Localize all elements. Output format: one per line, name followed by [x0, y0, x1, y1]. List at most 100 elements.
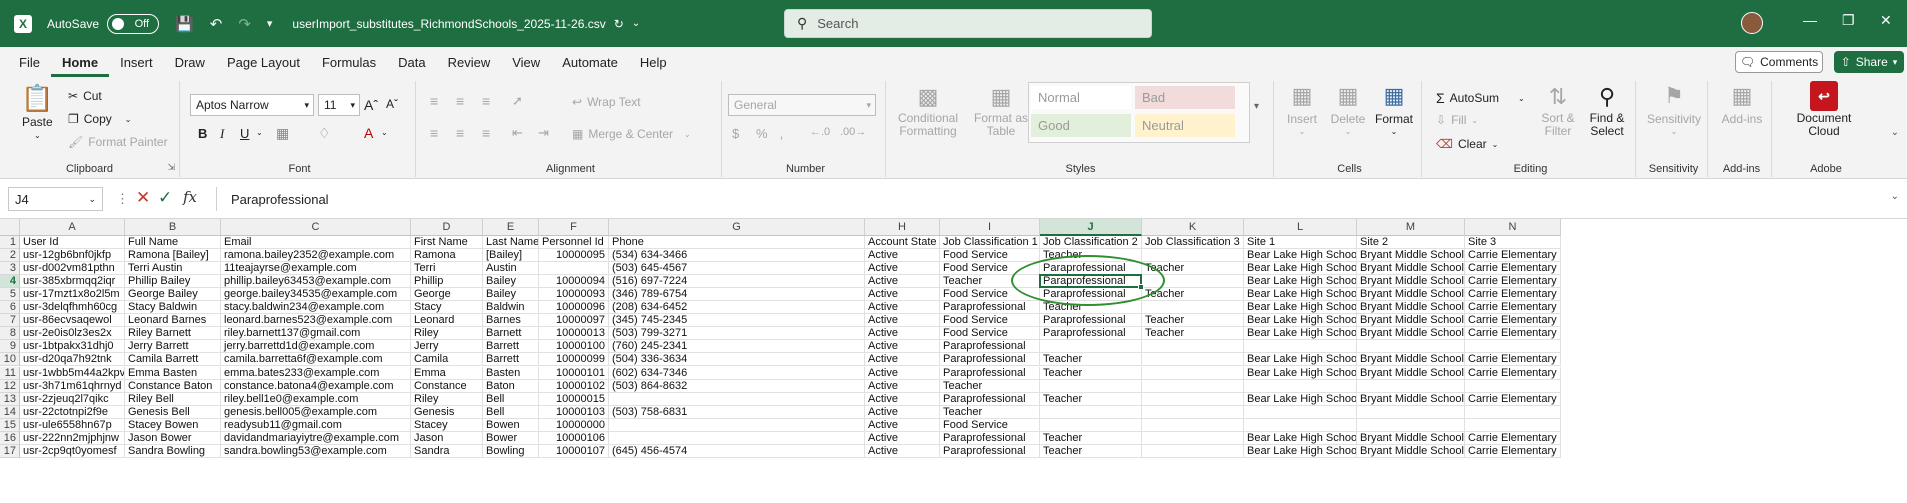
increase-indent-icon[interactable]: ⇥ — [538, 125, 549, 141]
cell-f7[interactable]: 10000097 — [539, 314, 609, 328]
cell-g11[interactable]: (602) 634-7346 — [609, 366, 865, 380]
cell-a2[interactable]: usr-12gb6bnf0jkfp — [20, 249, 125, 263]
cell-g14[interactable]: (503) 758-6831 — [609, 405, 865, 419]
cell-b5[interactable]: George Bailey — [125, 288, 221, 302]
cell-g8[interactable]: (503) 799-3271 — [609, 327, 865, 341]
format-as-table-button[interactable]: ▦ Format as Table — [968, 81, 1034, 138]
italic-icon[interactable]: I — [220, 126, 224, 142]
column-header-j[interactable]: J — [1040, 219, 1142, 236]
cell-j1[interactable]: Job Classification 2 — [1040, 236, 1142, 250]
autosave-control[interactable]: AutoSave Off — [47, 13, 160, 34]
formula-input[interactable]: Paraprofessional — [216, 187, 1896, 211]
save-icon[interactable]: 💾 — [175, 15, 194, 33]
decrease-font-size-icon[interactable]: Aˇ — [386, 97, 398, 111]
cell-m2[interactable]: Bryant Middle School — [1357, 249, 1465, 263]
cell-h15[interactable]: Active — [865, 418, 940, 432]
cell-d14[interactable]: Genesis — [411, 405, 483, 419]
more-styles-icon[interactable]: ▾ — [1254, 101, 1259, 112]
cell-d2[interactable]: Ramona — [411, 249, 483, 263]
cell-a17[interactable]: usr-2cp9qt0yomesf — [20, 444, 125, 458]
cell-g13[interactable] — [609, 392, 865, 406]
cell-a6[interactable]: usr-3delqfhmh60cg — [20, 301, 125, 315]
row-header-3[interactable]: 3 — [0, 262, 20, 276]
restore-icon[interactable]: ❐ — [1842, 12, 1855, 29]
cell-b9[interactable]: Jerry Barrett — [125, 340, 221, 354]
cell-n17[interactable]: Carrie Elementary — [1465, 444, 1561, 458]
cell-j12[interactable] — [1040, 379, 1142, 393]
name-box[interactable]: J4 ⌄ — [8, 187, 103, 211]
cell-d10[interactable]: Camila — [411, 353, 483, 367]
cell-f13[interactable]: 10000015 — [539, 392, 609, 406]
cell-i4[interactable]: Teacher — [940, 275, 1040, 289]
comments-button[interactable]: 🗨 Comments — [1735, 51, 1823, 73]
align-bottom-icon[interactable]: ≡ — [482, 93, 490, 109]
cell-n1[interactable]: Site 3 — [1465, 236, 1561, 250]
format-cells-button[interactable]: ▦ Format ⌄ — [1374, 81, 1414, 136]
paste-button[interactable]: 📋 Paste ⌄ — [21, 83, 53, 141]
wrap-text-button[interactable]: ↩ Wrap Text — [572, 95, 641, 109]
cell-d9[interactable]: Jerry — [411, 340, 483, 354]
customize-quick-access-icon[interactable]: ▾ — [267, 17, 273, 30]
cell-e2[interactable]: [Bailey] — [483, 249, 539, 263]
cell-e8[interactable]: Barnett — [483, 327, 539, 341]
cell-f4[interactable]: 10000094 — [539, 275, 609, 289]
increase-decimal-icon[interactable]: ←.0 — [810, 126, 830, 138]
cell-l7[interactable]: Bear Lake High School — [1244, 314, 1357, 328]
row-header-16[interactable]: 16 — [0, 431, 20, 445]
tab-view[interactable]: View — [501, 47, 551, 77]
cell-b16[interactable]: Jason Bower — [125, 431, 221, 445]
align-right-icon[interactable]: ≡ — [482, 125, 490, 141]
cancel-icon[interactable]: ✕ — [136, 188, 150, 208]
share-button[interactable]: ⇧ Share ▾ — [1834, 51, 1904, 73]
row-header-12[interactable]: 12 — [0, 379, 20, 393]
cell-m6[interactable]: Bryant Middle School — [1357, 301, 1465, 315]
cell-a5[interactable]: usr-17mzt1x8o2l5m — [20, 288, 125, 302]
cell-f10[interactable]: 10000099 — [539, 353, 609, 367]
cell-c2[interactable]: ramona.bailey2352@example.com — [221, 249, 411, 263]
cell-c16[interactable]: davidandmariayiytre@example.com — [221, 431, 411, 445]
cell-d5[interactable]: George — [411, 288, 483, 302]
cell-i5[interactable]: Food Service — [940, 288, 1040, 302]
row-header-13[interactable]: 13 — [0, 392, 20, 406]
cell-b3[interactable]: Terri Austin — [125, 262, 221, 276]
cell-l12[interactable] — [1244, 379, 1357, 393]
cell-m16[interactable]: Bryant Middle School — [1357, 431, 1465, 445]
cell-e9[interactable]: Barrett — [483, 340, 539, 354]
cell-j3[interactable]: Paraprofessional — [1040, 262, 1142, 276]
cell-e11[interactable]: Basten — [483, 366, 539, 380]
borders-icon[interactable]: ▦ — [276, 125, 289, 142]
cell-i16[interactable]: Paraprofessional — [940, 431, 1040, 445]
avatar[interactable] — [1741, 12, 1763, 34]
row-header-14[interactable]: 14 — [0, 405, 20, 419]
number-format-dropdown[interactable]: General ▾ — [728, 94, 876, 116]
cell-k16[interactable] — [1142, 431, 1244, 445]
cell-g15[interactable] — [609, 418, 865, 432]
cell-a10[interactable]: usr-d20qa7h92tnk — [20, 353, 125, 367]
merge-center-button[interactable]: ▦ Merge & Center ⌄ — [572, 127, 691, 141]
cell-m13[interactable]: Bryant Middle School — [1357, 392, 1465, 406]
cell-i9[interactable]: Paraprofessional — [940, 340, 1040, 354]
tab-help[interactable]: Help — [629, 47, 678, 77]
cell-k8[interactable]: Teacher — [1142, 327, 1244, 341]
select-all-corner[interactable] — [0, 219, 20, 236]
tab-home[interactable]: Home — [50, 47, 110, 77]
cell-m9[interactable] — [1357, 340, 1465, 354]
cell-l13[interactable]: Bear Lake High School — [1244, 392, 1357, 406]
cell-l3[interactable]: Bear Lake High School — [1244, 262, 1357, 276]
cell-i8[interactable]: Food Service — [940, 327, 1040, 341]
underline-icon[interactable]: U — [240, 126, 249, 141]
decrease-indent-icon[interactable]: ⇤ — [512, 125, 523, 141]
font-name-dropdown[interactable]: Aptos Narrow ▾ — [190, 94, 314, 116]
chevron-down-icon[interactable]: ⌄ — [381, 128, 388, 137]
cell-a16[interactable]: usr-222nn2mjphjnw — [20, 431, 125, 445]
cell-d4[interactable]: Phillip — [411, 275, 483, 289]
cell-f5[interactable]: 10000093 — [539, 288, 609, 302]
tab-formulas[interactable]: Formulas — [311, 47, 387, 77]
cell-l15[interactable] — [1244, 418, 1357, 432]
cell-e7[interactable]: Barnes — [483, 314, 539, 328]
cell-n15[interactable] — [1465, 418, 1561, 432]
cell-c3[interactable]: 11teajayrse@example.com — [221, 262, 411, 276]
cell-f1[interactable]: Personnel Id — [539, 236, 609, 250]
expand-formula-bar-icon[interactable]: ⌄ — [1891, 191, 1899, 202]
align-middle-icon[interactable]: ≡ — [456, 93, 464, 109]
